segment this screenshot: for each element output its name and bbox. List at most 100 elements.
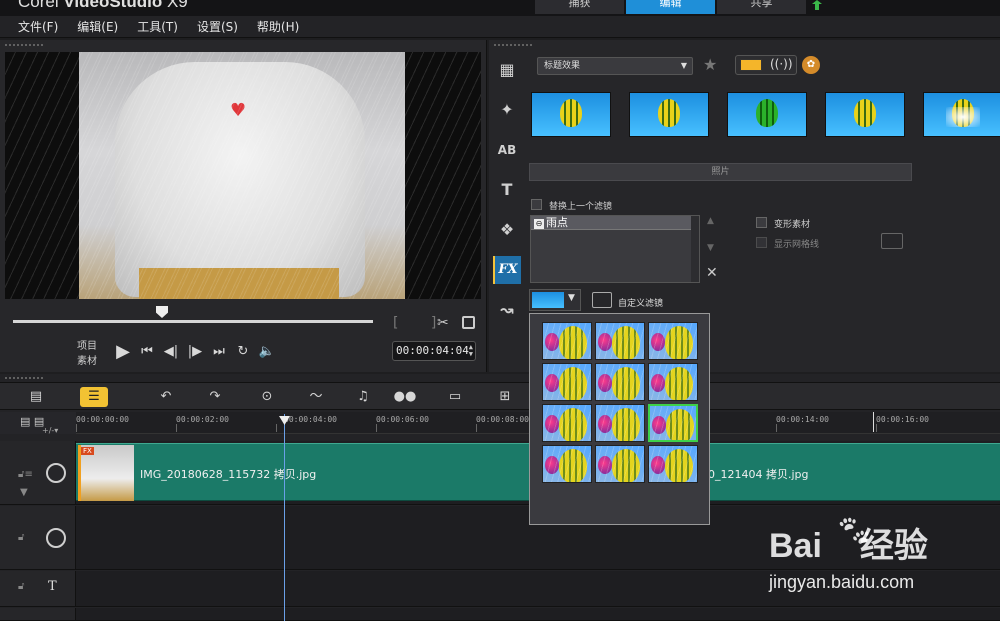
- deform-clip-checkbox[interactable]: [756, 217, 767, 228]
- add-remove-chapter-icon[interactable]: +/-▾: [42, 426, 58, 435]
- title-bar: Corel VideoStudio X9 捕获 编辑 共享: [0, 0, 1000, 16]
- next-frame-icon[interactable]: |▶: [185, 342, 205, 362]
- preview-window[interactable]: ♥: [5, 52, 481, 299]
- redo-icon[interactable]: ↷: [201, 387, 229, 407]
- balloon-thumb-1[interactable]: [531, 92, 611, 137]
- library-caption: 照片: [529, 163, 912, 181]
- remove-filter-icon[interactable]: ✕: [706, 265, 718, 281]
- move-up-icon[interactable]: ▲: [707, 216, 714, 226]
- play-icon[interactable]: ▶: [113, 342, 133, 362]
- playhead-line[interactable]: [284, 414, 285, 621]
- preset-cell[interactable]: [595, 404, 645, 442]
- video-track-icon[interactable]: [46, 463, 66, 483]
- add-favorite-icon[interactable]: ★: [703, 55, 717, 74]
- menu-help[interactable]: 帮助(H): [257, 16, 299, 37]
- preset-cell[interactable]: [648, 404, 698, 442]
- timecode-spinner-icon[interactable]: ▲ ▼: [469, 344, 473, 358]
- custom-filter-icon[interactable]: [592, 292, 612, 308]
- home-icon[interactable]: ⏮: [137, 342, 157, 362]
- storyboard-view-icon[interactable]: ▤: [22, 387, 50, 407]
- preset-grid: [542, 322, 698, 483]
- preset-dropdown-button[interactable]: ▼: [529, 289, 581, 311]
- grid-settings-icon[interactable]: [881, 233, 903, 249]
- show-grid-checkbox[interactable]: [756, 237, 767, 248]
- sort-icon[interactable]: ✿: [802, 56, 820, 74]
- preset-cell[interactable]: [595, 445, 645, 483]
- audio-view-icon[interactable]: ((·)): [770, 57, 793, 71]
- subtitle-editor-icon[interactable]: ▭: [441, 387, 469, 407]
- panel-grip[interactable]: [4, 43, 44, 47]
- menu-settings[interactable]: 设置(S): [197, 16, 238, 37]
- balloon-thumb-2[interactable]: [629, 92, 709, 137]
- scrub-handle[interactable]: [156, 306, 168, 318]
- balloon-thumb-5[interactable]: [923, 92, 1000, 137]
- undo-icon[interactable]: ↶: [152, 387, 180, 407]
- tab-capture[interactable]: 捕获: [535, 0, 624, 14]
- menu-file[interactable]: 文件(F): [18, 16, 58, 37]
- auto-music-icon[interactable]: ♫: [349, 387, 377, 407]
- timeline-grip[interactable]: [4, 376, 44, 380]
- record-capture-icon[interactable]: ⊙: [253, 387, 281, 407]
- project-mode-label[interactable]: 项目: [77, 337, 97, 352]
- copy-icon[interactable]: [462, 316, 475, 329]
- preset-cell[interactable]: [542, 322, 592, 360]
- multi-camera-icon[interactable]: ⊞: [491, 387, 519, 407]
- replace-filter-checkbox[interactable]: [531, 199, 542, 210]
- menu-edit[interactable]: 编辑(E): [77, 16, 118, 37]
- preset-cell[interactable]: [595, 322, 645, 360]
- prev-frame-icon[interactable]: ◀|: [161, 342, 181, 362]
- motion-tracking-icon[interactable]: ●●: [391, 387, 419, 407]
- transition-icon[interactable]: AB: [493, 136, 521, 164]
- preset-cell[interactable]: [542, 404, 592, 442]
- lock-icon[interactable]: 🔓︎≡: [18, 469, 33, 480]
- track-manager-icon[interactable]: ▤ ▤: [20, 415, 44, 428]
- end-icon[interactable]: ⏭: [209, 342, 229, 362]
- preset-cell[interactable]: [595, 363, 645, 401]
- move-down-icon[interactable]: ▼: [707, 243, 714, 253]
- timecode-field[interactable]: 00:00:04:04 ▲ ▼: [392, 341, 476, 361]
- scrub-bar[interactable]: [13, 320, 373, 323]
- ruler-label: 00:00:14:00: [776, 415, 829, 424]
- clip-mode-label[interactable]: 素材: [77, 352, 97, 367]
- upload-icon[interactable]: [810, 0, 824, 10]
- category-dropdown[interactable]: 标题效果 ▼: [537, 57, 693, 75]
- title-track-icon[interactable]: T: [48, 579, 57, 594]
- lock-icon[interactable]: 🔓︎: [18, 532, 24, 543]
- lock-icon[interactable]: 🔓︎: [18, 581, 24, 592]
- balloon-thumb-3[interactable]: [727, 92, 807, 137]
- graphic-icon[interactable]: ❖: [493, 216, 521, 244]
- deform-clip-label: 变形素材: [774, 220, 811, 230]
- volume-icon[interactable]: 🔈: [257, 342, 277, 362]
- cut-icon[interactable]: ✂: [437, 315, 449, 331]
- show-grid-label: 显示网格线: [774, 240, 820, 250]
- preset-cell[interactable]: [542, 363, 592, 401]
- path-icon[interactable]: ↝: [493, 296, 521, 324]
- balloon-thumb-4[interactable]: [825, 92, 905, 137]
- preset-cell[interactable]: [648, 363, 698, 401]
- filter-icon[interactable]: FX: [493, 256, 521, 284]
- filter-row[interactable]: ⊖ 雨点: [531, 216, 699, 230]
- ruler-tick: [76, 424, 77, 432]
- preset-cell[interactable]: [648, 322, 698, 360]
- overlay-track-icon[interactable]: [46, 528, 66, 548]
- tab-share[interactable]: 共享: [717, 0, 806, 14]
- collapse-icon[interactable]: ▼: [20, 487, 28, 498]
- timeline-view-icon[interactable]: ☰: [80, 387, 108, 407]
- baidu-watermark: Bai 经验 🐾︎ jingyan.baidu.com: [765, 512, 995, 602]
- voice-track[interactable]: [76, 608, 1000, 621]
- repeat-icon[interactable]: ↻: [233, 342, 253, 362]
- preset-cell[interactable]: [648, 445, 698, 483]
- tab-edit[interactable]: 编辑: [626, 0, 715, 14]
- preset-cell[interactable]: [542, 445, 592, 483]
- custom-filter-label[interactable]: 自定义滤镜: [618, 296, 663, 309]
- library-grip[interactable]: [493, 43, 533, 47]
- clip-name-2: 0_121404 拷贝.jpg: [708, 468, 809, 481]
- filmstrip-view-icon[interactable]: [740, 59, 762, 71]
- menu-tools[interactable]: 工具(T): [137, 16, 178, 37]
- title-icon[interactable]: T: [493, 176, 521, 204]
- filter-list-scrollbar[interactable]: [691, 216, 699, 282]
- instant-project-icon[interactable]: ✦: [493, 96, 521, 124]
- media-icon[interactable]: ▦: [493, 56, 521, 84]
- applied-filter-list[interactable]: ⊖ 雨点: [530, 215, 700, 283]
- sound-mixer-icon[interactable]: 〜: [302, 387, 330, 407]
